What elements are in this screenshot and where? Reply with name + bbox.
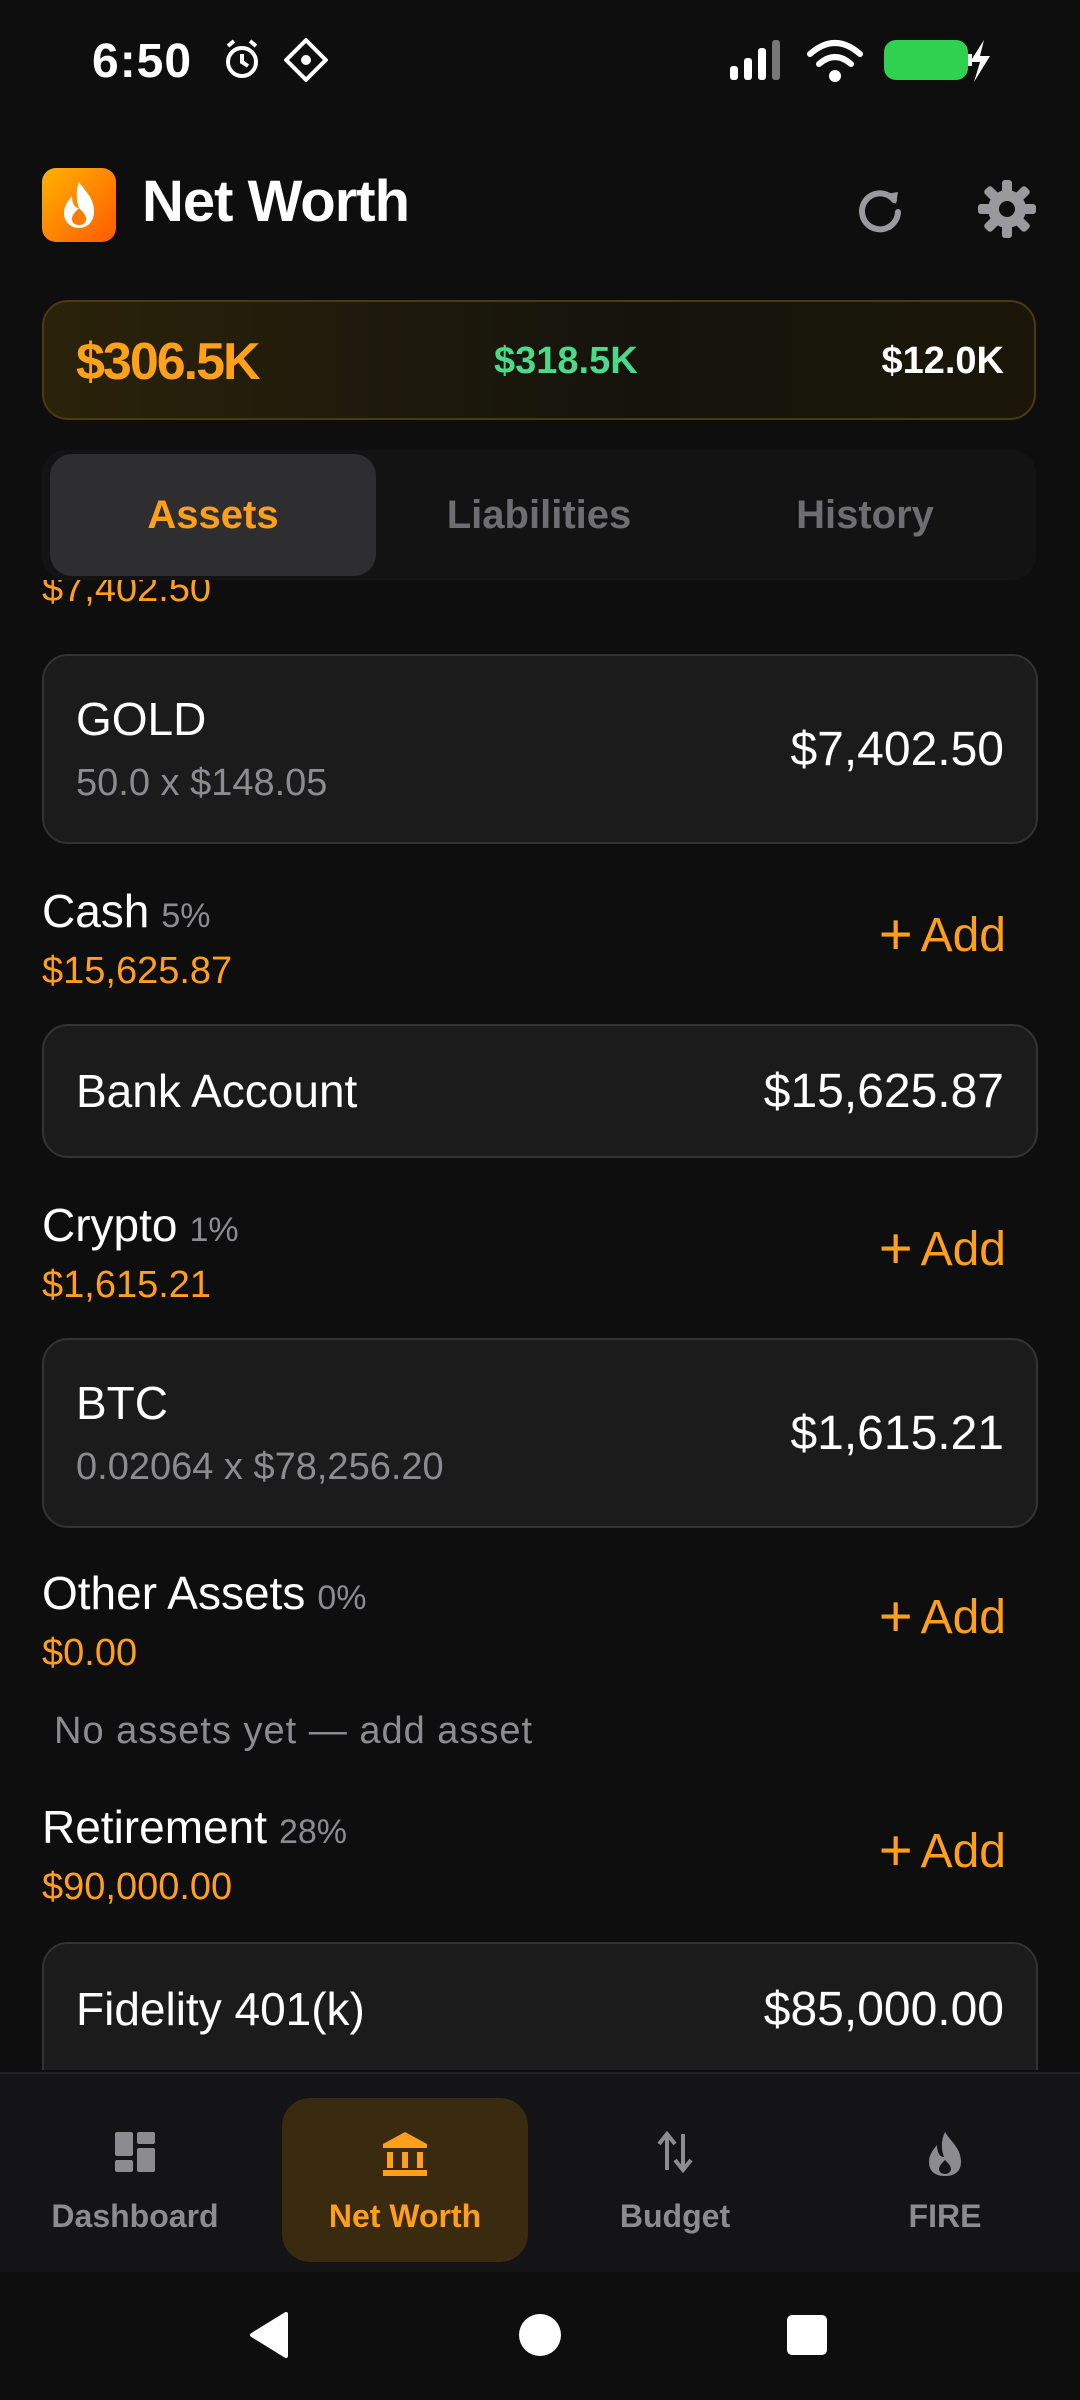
flame-logo-icon	[64, 182, 94, 228]
add-label: Add	[920, 1590, 1006, 1644]
add-other-asset-button[interactable]: + Add	[879, 1588, 1006, 1646]
asset-name: GOLD	[76, 693, 207, 745]
section-total-cash: $15,625.87	[42, 950, 233, 992]
back-icon[interactable]	[246, 2310, 292, 2360]
bank-icon	[383, 2132, 427, 2176]
section-percent: 0%	[317, 1579, 367, 1617]
section-name: Other Assets	[42, 1567, 306, 1619]
settings-button[interactable]	[976, 178, 1038, 240]
plus-icon: +	[878, 1818, 913, 1883]
dashboard-icon	[115, 2132, 155, 2172]
tab-assets[interactable]: Assets	[50, 454, 376, 576]
add-retirement-button[interactable]: + Add	[879, 1822, 1006, 1880]
page-title: Net Worth	[142, 169, 410, 234]
asset-card-bank-account[interactable]: Bank Account $15,625.87	[42, 1024, 1038, 1158]
app-logo	[42, 168, 116, 242]
assets-total: $318.5K	[494, 340, 638, 382]
plus-icon: +	[878, 1216, 913, 1281]
section-percent: 5%	[161, 897, 211, 935]
tab-liabilities[interactable]: Liabilities	[376, 454, 702, 576]
asset-value: $1,615.21	[790, 1407, 1004, 1460]
nav-label: Dashboard	[51, 2198, 219, 2234]
swap-vertical-icon	[657, 2130, 693, 2174]
alarm-icon	[226, 39, 258, 78]
nav-label: FIRE	[908, 2198, 982, 2234]
section-percent: 28%	[278, 1813, 348, 1851]
nav-label: Budget	[619, 2198, 731, 2234]
add-crypto-button[interactable]: + Add	[879, 1220, 1006, 1278]
status-bar: 6:50	[0, 0, 1080, 120]
section-name: Retirement	[42, 1801, 267, 1853]
section-title-cash: Cash 5%	[42, 884, 211, 938]
section-title-other-assets: Other Assets 0%	[42, 1566, 366, 1620]
section-total-partial: $7,402.50	[42, 580, 212, 610]
asset-card-btc[interactable]: BTC 0.02064 x $78,256.20 $1,615.21	[42, 1338, 1038, 1528]
status-time: 6:50	[92, 35, 193, 88]
app-header: Net Worth	[0, 150, 1080, 260]
section-total-crypto: $1,615.21	[42, 1264, 212, 1306]
section-percent: 1%	[189, 1211, 239, 1249]
app-notification-icon	[284, 38, 328, 82]
battery-charging-icon	[884, 40, 990, 82]
asset-name: BTC	[76, 1377, 168, 1429]
assets-list[interactable]: $7,402.50 GOLD 50.0 x $148.05 $7,402.50 …	[0, 580, 1080, 2070]
asset-detail: 0.02064 x $78,256.20	[76, 1446, 444, 1488]
asset-name: Bank Account	[76, 1065, 358, 1117]
asset-value: $7,402.50	[790, 723, 1004, 776]
flame-icon	[929, 2132, 961, 2176]
add-label: Add	[920, 1824, 1006, 1878]
asset-card-fidelity-401k[interactable]: Fidelity 401(k) $85,000.00	[42, 1942, 1038, 2070]
add-label: Add	[920, 1222, 1006, 1276]
add-label: Add	[920, 908, 1006, 962]
asset-value: $85,000.00	[763, 1983, 1004, 2036]
tab-bar: Assets Liabilities History	[42, 450, 1036, 580]
asset-detail: 50.0 x $148.05	[76, 762, 328, 804]
empty-state-text: No assets yet — add asset	[54, 1710, 534, 1752]
recents-icon[interactable]	[786, 2314, 828, 2356]
system-navigation-bar	[0, 2272, 1080, 2400]
wifi-icon	[807, 40, 863, 82]
section-total-other-assets: $0.00	[42, 1632, 138, 1674]
asset-value: $15,625.87	[763, 1065, 1004, 1118]
nav-fire[interactable]: FIRE	[822, 2098, 1068, 2262]
plus-icon: +	[878, 902, 913, 967]
net-worth-total: $306.5K	[76, 333, 261, 391]
asset-name: Fidelity 401(k)	[76, 1983, 365, 2035]
section-name: Crypto	[42, 1199, 178, 1251]
tab-history[interactable]: History	[702, 454, 1028, 576]
home-icon[interactable]	[517, 2312, 563, 2358]
nav-dashboard[interactable]: Dashboard	[12, 2098, 258, 2262]
liabilities-total: $12.0K	[881, 340, 1004, 382]
add-cash-button[interactable]: + Add	[879, 906, 1006, 964]
section-name: Cash	[42, 885, 150, 937]
section-title-retirement: Retirement 28%	[42, 1800, 347, 1854]
plus-icon: +	[878, 1584, 913, 1649]
nav-budget[interactable]: Budget	[552, 2098, 798, 2262]
asset-card-gold[interactable]: GOLD 50.0 x $148.05 $7,402.50	[42, 654, 1038, 844]
bottom-navigation: Dashboard Net Worth Budget FIRE	[0, 2072, 1080, 2274]
net-worth-summary-card: $306.5K $318.5K $12.0K	[42, 300, 1036, 420]
signal-icon	[730, 40, 780, 80]
section-total-retirement: $90,000.00	[42, 1866, 233, 1908]
nav-label: Net Worth	[328, 2198, 482, 2234]
refresh-button[interactable]	[850, 180, 910, 240]
refresh-icon	[859, 190, 901, 233]
nav-net-worth[interactable]: Net Worth	[282, 2098, 528, 2262]
section-title-crypto: Crypto 1%	[42, 1198, 239, 1252]
gear-icon	[978, 180, 1036, 238]
